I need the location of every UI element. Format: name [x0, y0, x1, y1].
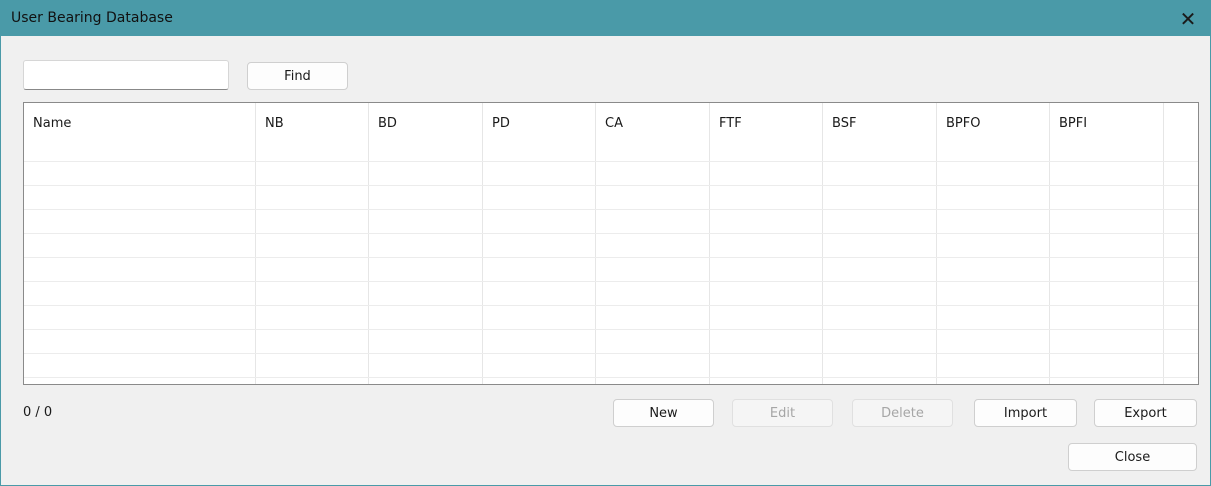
- header-name[interactable]: Name: [24, 103, 256, 161]
- header-bpfi[interactable]: BPFI: [1050, 103, 1164, 161]
- header-bd[interactable]: BD: [369, 103, 483, 161]
- title-bar: User Bearing Database ✕: [1, 1, 1210, 36]
- row-divider: [24, 329, 1198, 330]
- export-button[interactable]: Export: [1094, 399, 1197, 427]
- bearing-table[interactable]: Name NB BD PD CA FTF BSF BPFO BPFI: [23, 102, 1199, 385]
- header-bpfo[interactable]: BPFO: [937, 103, 1050, 161]
- row-divider: [24, 209, 1198, 210]
- new-button[interactable]: New: [613, 399, 714, 427]
- record-count: 0 / 0: [23, 405, 53, 420]
- search-input[interactable]: [23, 60, 229, 90]
- import-button[interactable]: Import: [974, 399, 1077, 427]
- header-bsf[interactable]: BSF: [823, 103, 937, 161]
- header-ca[interactable]: CA: [596, 103, 710, 161]
- close-button[interactable]: Close: [1068, 443, 1197, 471]
- row-divider: [24, 305, 1198, 306]
- find-button[interactable]: Find: [247, 62, 348, 90]
- row-divider: [24, 353, 1198, 354]
- header-ftf[interactable]: FTF: [710, 103, 823, 161]
- dialog-window: User Bearing Database ✕ Find Name NB BD …: [0, 0, 1211, 486]
- close-icon[interactable]: ✕: [1168, 1, 1208, 36]
- row-divider: [24, 377, 1198, 378]
- edit-button[interactable]: Edit: [732, 399, 833, 427]
- row-divider: [24, 281, 1198, 282]
- row-divider: [24, 161, 1198, 162]
- delete-button[interactable]: Delete: [852, 399, 953, 427]
- window-title: User Bearing Database: [11, 10, 173, 26]
- row-divider: [24, 233, 1198, 234]
- header-nb[interactable]: NB: [256, 103, 369, 161]
- header-pd[interactable]: PD: [483, 103, 596, 161]
- row-divider: [24, 185, 1198, 186]
- row-divider: [24, 257, 1198, 258]
